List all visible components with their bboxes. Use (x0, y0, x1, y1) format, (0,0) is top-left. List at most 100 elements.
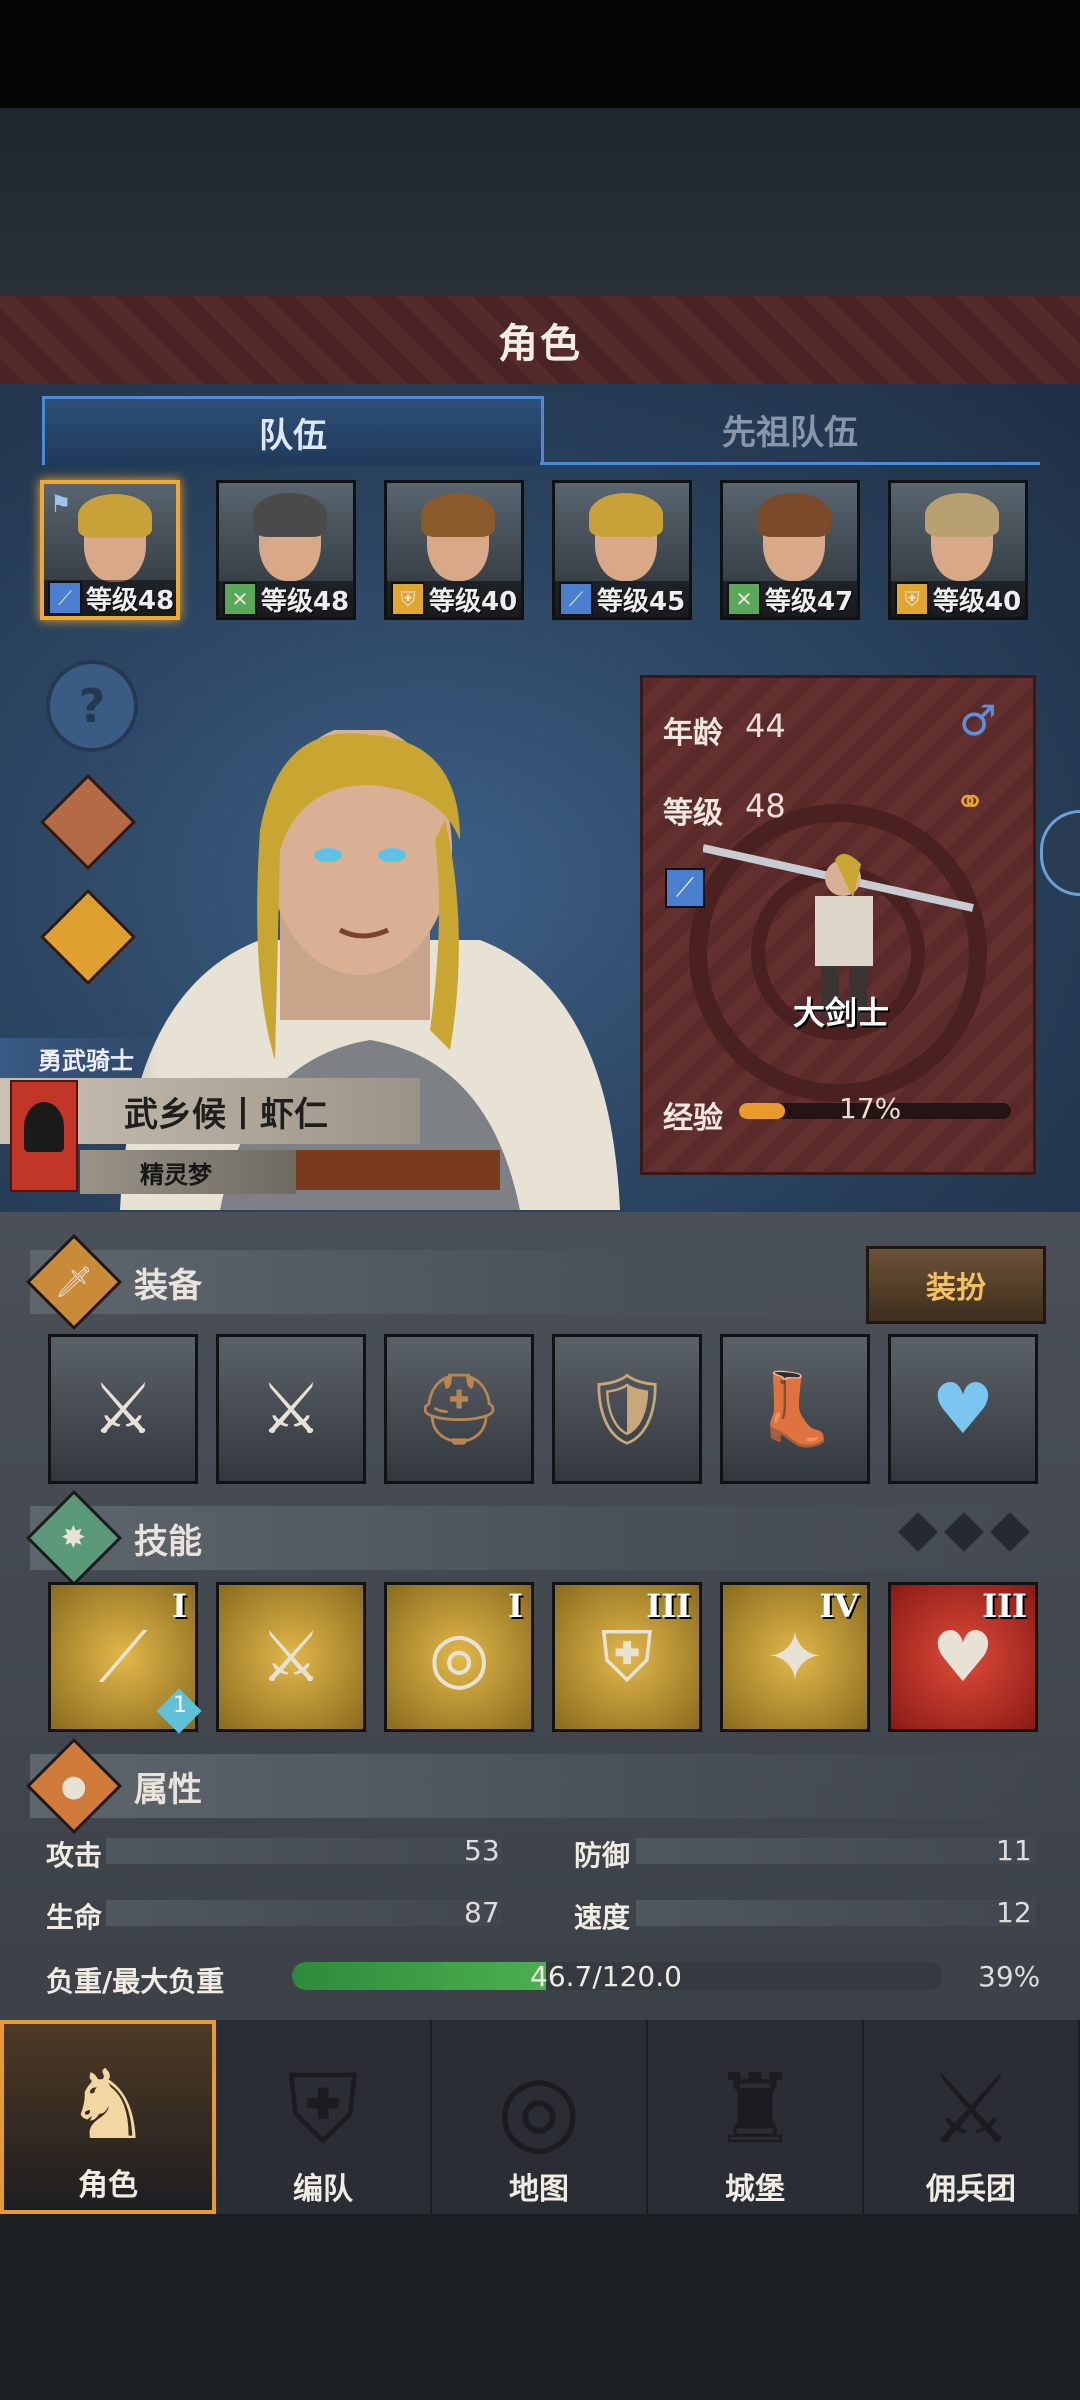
tab-party[interactable]: 队伍 (42, 396, 544, 465)
nav-label: 城堡 (725, 2172, 785, 2207)
nav-character[interactable]: ♞ 角色 (0, 2020, 216, 2214)
character-nickname: 精灵梦 (140, 1160, 212, 1189)
party-level: 等级40 (429, 586, 518, 617)
defense-value: 11 (996, 1834, 1032, 1867)
load-bar-fill (292, 1962, 546, 1990)
greatsword-icon[interactable]: ⚔ (48, 1334, 198, 1484)
tab-ancestor-party[interactable]: 先祖队伍 (540, 396, 1040, 465)
shatter-skill-icon[interactable]: ✦ IV (720, 1582, 870, 1732)
party-member-3[interactable]: ⛨ 等级40 (384, 480, 524, 620)
boots-icon[interactable]: 👢 (720, 1334, 870, 1484)
greatsword-icon[interactable]: ⚔ (216, 1334, 366, 1484)
age-value: 44 (745, 707, 786, 745)
heartbeat-skill-icon[interactable]: ♥ III (888, 1582, 1038, 1732)
party-member-1[interactable]: ⚑ ⟋ 等级48 (40, 480, 180, 620)
shield-icon: ⛨ (391, 582, 425, 616)
skills-title: 技能 (134, 1521, 202, 1562)
diamond-icon (990, 1512, 1030, 1552)
top-background (0, 108, 1080, 296)
attack-bar (106, 1838, 502, 1864)
attack-label: 攻击 (46, 1839, 103, 1872)
target-skill-icon[interactable]: ◎ I (384, 1582, 534, 1732)
castle-icon: ♜ (711, 2053, 799, 2165)
sword-class-icon: ⟋ (665, 868, 705, 908)
skill-rank: III (982, 1587, 1027, 1625)
defense-label: 防御 (574, 1839, 631, 1872)
skill-rank: I (172, 1587, 187, 1625)
level-label: 等级 (663, 796, 723, 831)
knight-icon: ♞ (64, 2049, 152, 2161)
skill-rank: IV (819, 1587, 859, 1625)
equipment-title: 装备 (134, 1265, 202, 1306)
character-info-panel: 年龄 44 ♂ 等级 48 ⚭ ⟋ 大剑士 经验 17% (640, 675, 1036, 1175)
diamond-icon (944, 1512, 984, 1552)
nav-castle[interactable]: ♜ 城堡 (648, 2020, 864, 2214)
sword-icon: ⟋ (559, 582, 593, 616)
outfit-button[interactable]: 装扮 (866, 1246, 1046, 1324)
nav-map[interactable]: ◎ 地图 (432, 2020, 648, 2214)
party-level: 等级48 (261, 586, 350, 617)
skill-slot-indicators (898, 1512, 1030, 1552)
crossed-swords-icon: ✕ (727, 582, 761, 616)
diamond-icon (898, 1512, 938, 1552)
shield-icon: ⛨ (895, 582, 929, 616)
load-label: 负重/最大负重 (46, 1965, 225, 1998)
load-percent: 39% (978, 1960, 1041, 1993)
nav-label: 编队 (293, 2172, 353, 2207)
attributes-header: ● 属性 (25, 1737, 1050, 1835)
defense-bar (636, 1838, 1036, 1864)
nav-label: 地图 (509, 2172, 569, 2207)
load-value: 46.7/120.0 (530, 1960, 682, 1993)
attributes-title: 属性 (134, 1769, 202, 1810)
skill-rank: I (508, 1587, 523, 1625)
nav-mercenary[interactable]: ⚔ 佣兵团 (864, 2020, 1080, 2214)
shield-skill-icon[interactable]: ⛨ III (552, 1582, 702, 1732)
rings-icon: ⚭ (955, 782, 986, 823)
age-label: 年龄 (663, 716, 723, 751)
exp-percent: 17% (839, 1092, 902, 1125)
formation-icon: ⛨ (287, 2053, 359, 2165)
nav-label: 佣兵团 (926, 2172, 1016, 2207)
crossed-swords-icon: ✕ (223, 582, 257, 616)
speed-value: 12 (996, 1896, 1032, 1929)
family-banner-icon[interactable] (10, 1080, 78, 1192)
hp-label: 生命 (46, 1901, 103, 1934)
hp-bar (106, 1900, 502, 1926)
sword-aura-skill-icon[interactable]: ⚔ (216, 1582, 366, 1732)
skill-rank: III (646, 1587, 691, 1625)
party-level: 等级40 (933, 586, 1022, 617)
hp-value: 87 (464, 1896, 500, 1929)
title-bar: 角色 (0, 296, 1080, 387)
outfit-button-label: 装扮 (926, 1271, 986, 1306)
compass-map-icon: ◎ (497, 2053, 581, 2165)
status-bar-area (0, 0, 1080, 108)
exp-label: 经验 (663, 1101, 723, 1136)
nav-formation[interactable]: ⛨ 编队 (216, 2020, 432, 2214)
party-member-2[interactable]: ✕ 等级48 (216, 480, 356, 620)
slash-skill-icon[interactable]: ⟋ I 1 (48, 1582, 202, 1734)
title-plate: 勇武骑士 (0, 1038, 160, 1078)
class-name: 大剑士 (793, 994, 890, 1032)
skills-header: ✸ 技能 (25, 1489, 1050, 1587)
flag-icon: ⚑ (50, 490, 72, 518)
skill-badge: 1 (173, 1693, 187, 1718)
party-member-6[interactable]: ⛨ 等级40 (888, 480, 1028, 620)
armor-icon[interactable]: 🛡 (552, 1334, 702, 1484)
party-member-4[interactable]: ⟋ 等级45 (552, 480, 692, 620)
nickname-plate: 精灵梦 (80, 1150, 296, 1194)
bottom-nav: ♞ 角色 ⛨ 编队 ◎ 地图 ♜ 城堡 ⚔ 佣兵团 (0, 2020, 1080, 2214)
bottom-spacer (0, 2214, 1080, 2400)
amulet-icon[interactable]: ♥ (888, 1334, 1038, 1484)
exp-bar-fill (739, 1103, 786, 1119)
page-title: 角色 (498, 321, 582, 367)
speed-bar (636, 1900, 1036, 1926)
character-name: 武乡候丨虾仁 (124, 1094, 328, 1135)
party-level: 等级45 (597, 586, 686, 617)
level-value: 48 (745, 787, 786, 825)
nav-label: 角色 (78, 2168, 138, 2203)
helmet-icon[interactable]: ⛑ (384, 1334, 534, 1484)
male-gender-icon: ♂ (959, 696, 997, 745)
party-level: 等级48 (86, 585, 175, 616)
party-member-5[interactable]: ✕ 等级47 (720, 480, 860, 620)
party-level: 等级47 (765, 586, 854, 617)
